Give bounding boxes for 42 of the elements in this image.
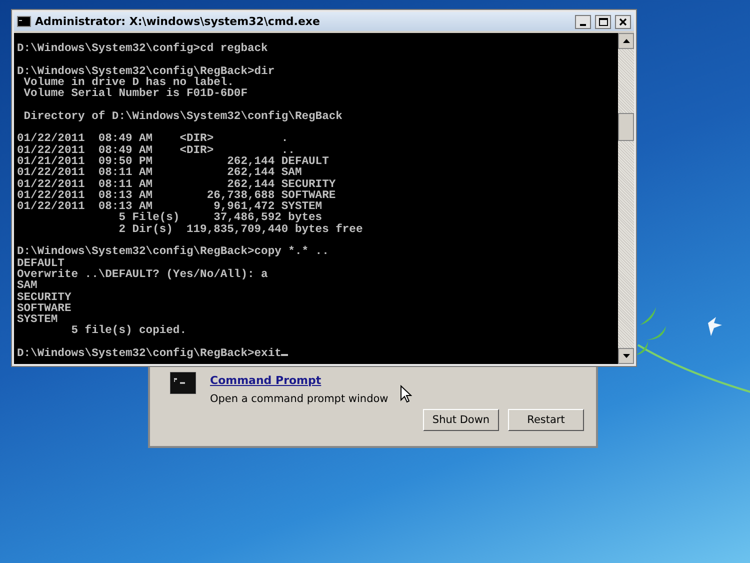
scroll-thumb[interactable] (618, 113, 634, 141)
close-button[interactable] (615, 14, 631, 28)
maximize-button[interactable] (595, 14, 611, 28)
console-line: 01/21/2011 09:50 PM 262,144 DEFAULT (17, 156, 330, 168)
tool-description: Open a command prompt window (210, 393, 388, 405)
console-line: 01/22/2011 08:13 AM 26,738,688 SOFTWARE (17, 190, 337, 202)
console-line: SECURITY (17, 292, 72, 304)
console-icon (170, 372, 196, 394)
console-line: DEFAULT (17, 258, 64, 270)
console-line: Overwrite ..\DEFAULT? (Yes/No/All): a (17, 270, 269, 281)
console-line: Volume in drive D has no label. (22, 78, 234, 89)
mouse-pointer-icon (400, 385, 412, 403)
console-line: Directory of D:\Windows\System32\config\RegBack (22, 112, 344, 124)
restart-button[interactable]: Restart (508, 409, 584, 431)
scroll-up-button[interactable] (618, 33, 634, 49)
console-line: D:\Windows\System32\config>cd regback (17, 44, 269, 56)
console-line: 5 file(s) copied. (70, 326, 188, 338)
console-line: 2 Dir(s) 119,835,709,440 bytes free (118, 224, 364, 236)
command-prompt-link[interactable]: Command Prompt (210, 374, 388, 387)
console-line: D:\Windows\System32\config\RegBack>copy *.* .. (17, 247, 330, 258)
console-line: D:\Windows\System32\config\RegBack>dir (17, 66, 276, 78)
console-line: 01/22/2011 08:11 AM 262,144 SAM (17, 168, 303, 180)
window-title: Administrator: X:\windows\system32\cmd.exe (35, 15, 321, 28)
console-line: 01/22/2011 08:49 AM <DIR> . (17, 134, 290, 146)
close-icon (619, 18, 627, 26)
console-line: D:\Windows\System32\config\RegBack>exit (17, 349, 616, 360)
console-line: SYSTEM (17, 315, 59, 326)
console-line: SAM (17, 281, 38, 292)
console-line: SOFTWARE (17, 304, 72, 315)
console-icon (17, 16, 31, 27)
minimize-button[interactable] (575, 14, 591, 28)
shut-down-button[interactable]: Shut Down (423, 409, 499, 431)
maximize-icon (598, 18, 608, 26)
up-arrow-icon (622, 39, 630, 43)
console-line: 01/22/2011 08:11 AM 262,144 SECURITY (17, 180, 337, 191)
console-line: 5 File(s) 37,486,592 bytes (118, 213, 322, 224)
minimize-icon (580, 24, 586, 26)
scrollbar[interactable] (618, 33, 634, 364)
console-line: Volume Serial Number is F01D-6D0F (22, 89, 248, 100)
scroll-down-button[interactable] (618, 348, 634, 364)
down-arrow-icon (622, 354, 630, 358)
console-line: 01/22/2011 08:49 AM <DIR> .. (17, 146, 295, 157)
